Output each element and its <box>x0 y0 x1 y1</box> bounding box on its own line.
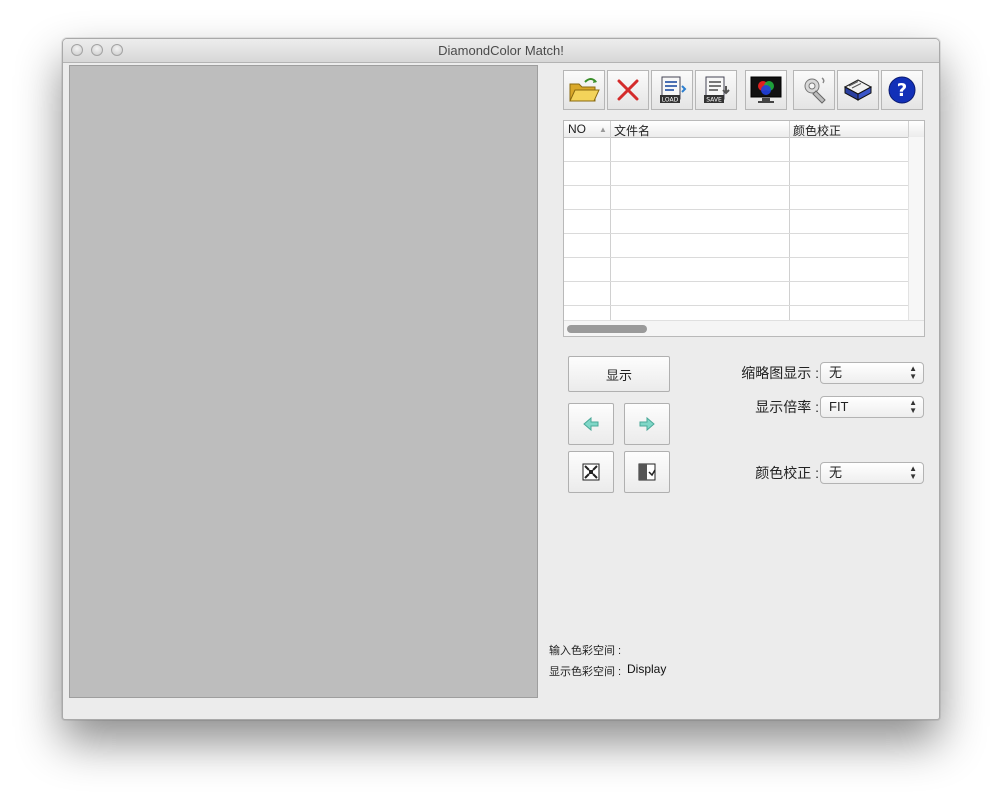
title-bar: DiamondColor Match! <box>63 39 939 63</box>
display-color-space-label: 显示色彩空间 : <box>549 666 622 678</box>
display-color-button[interactable] <box>745 70 787 110</box>
image-preview-area[interactable] <box>69 65 538 698</box>
book-manual-icon <box>843 79 873 101</box>
svg-text:?: ? <box>897 80 907 101</box>
table-row[interactable] <box>564 185 908 186</box>
zoom-select[interactable]: FIT ▲ ▼ <box>820 396 924 418</box>
color-correction-label: 颜色校正 : <box>755 465 819 481</box>
column-header-filename[interactable]: 文件名 <box>614 122 650 139</box>
table-row[interactable] <box>564 305 908 306</box>
open-folder-icon <box>569 78 600 102</box>
table-row[interactable] <box>564 281 908 282</box>
zoom-label: 显示倍率 : <box>755 399 819 415</box>
table-row[interactable] <box>564 233 908 234</box>
help-question-icon: ? <box>888 76 916 104</box>
color-correction-select[interactable]: 无 ▲ ▼ <box>820 462 924 484</box>
display-color-space-value: Display <box>627 662 667 676</box>
load-document-icon: LOAD <box>660 76 687 104</box>
svg-text:SAVE: SAVE <box>706 97 722 104</box>
next-button[interactable] <box>624 403 670 445</box>
window-title: DiamondColor Match! <box>438 43 564 58</box>
save-button[interactable]: SAVE <box>695 70 737 110</box>
column-divider <box>789 121 790 321</box>
previous-button[interactable] <box>568 403 614 445</box>
svg-text:LOAD: LOAD <box>662 97 679 104</box>
delete-button[interactable] <box>607 70 649 110</box>
settings-button[interactable] <box>793 70 835 110</box>
compare-button[interactable] <box>624 451 670 493</box>
input-color-space-label: 输入色彩空间 : <box>549 645 622 657</box>
arrow-left-icon <box>583 416 599 432</box>
zoom-value: FIT <box>829 399 849 414</box>
sort-ascending-icon: ▲ <box>599 125 607 134</box>
fit-screen-button[interactable] <box>568 451 614 493</box>
delete-x-icon <box>617 79 639 101</box>
select-arrows-icon: ▲ ▼ <box>909 398 917 415</box>
arrow-right-icon <box>639 416 655 432</box>
help-button[interactable]: ? <box>881 70 923 110</box>
color-correction-value: 无 <box>829 465 843 480</box>
monitor-rgb-icon <box>750 76 782 103</box>
thumbnail-display-select[interactable]: 无 ▲ ▼ <box>820 362 924 384</box>
wrench-settings-icon <box>804 77 826 104</box>
horizontal-scroll-thumb[interactable] <box>567 325 647 333</box>
file-table[interactable]: NO ▲ 文件名 颜色校正 <box>563 120 925 337</box>
column-header-no[interactable]: NO <box>568 122 586 136</box>
table-row[interactable] <box>564 257 908 258</box>
app-window: DiamondColor Match! LOAD SAVE ? NO ▲ 文件名… <box>62 38 940 720</box>
display-button[interactable]: 显示 <box>568 356 670 392</box>
table-row[interactable] <box>564 209 908 210</box>
thumbnail-display-value: 无 <box>829 365 843 380</box>
thumbnail-display-label: 缩略图显示 : <box>741 365 819 381</box>
select-arrows-icon: ▲ ▼ <box>909 364 917 381</box>
column-divider <box>908 121 909 137</box>
fullscreen-icon <box>582 463 600 481</box>
select-arrows-icon: ▲ ▼ <box>909 464 917 481</box>
manual-button[interactable] <box>837 70 879 110</box>
compare-view-icon <box>638 463 656 481</box>
table-row[interactable] <box>564 161 908 162</box>
load-button[interactable]: LOAD <box>651 70 693 110</box>
save-document-icon: SAVE <box>704 76 730 104</box>
column-header-color-correction[interactable]: 颜色校正 <box>793 122 841 139</box>
column-divider <box>610 121 611 321</box>
table-header: NO ▲ 文件名 颜色校正 <box>564 121 924 138</box>
vertical-scrollbar[interactable] <box>908 137 924 321</box>
open-folder-button[interactable] <box>563 70 605 110</box>
horizontal-scrollbar[interactable] <box>564 320 924 336</box>
